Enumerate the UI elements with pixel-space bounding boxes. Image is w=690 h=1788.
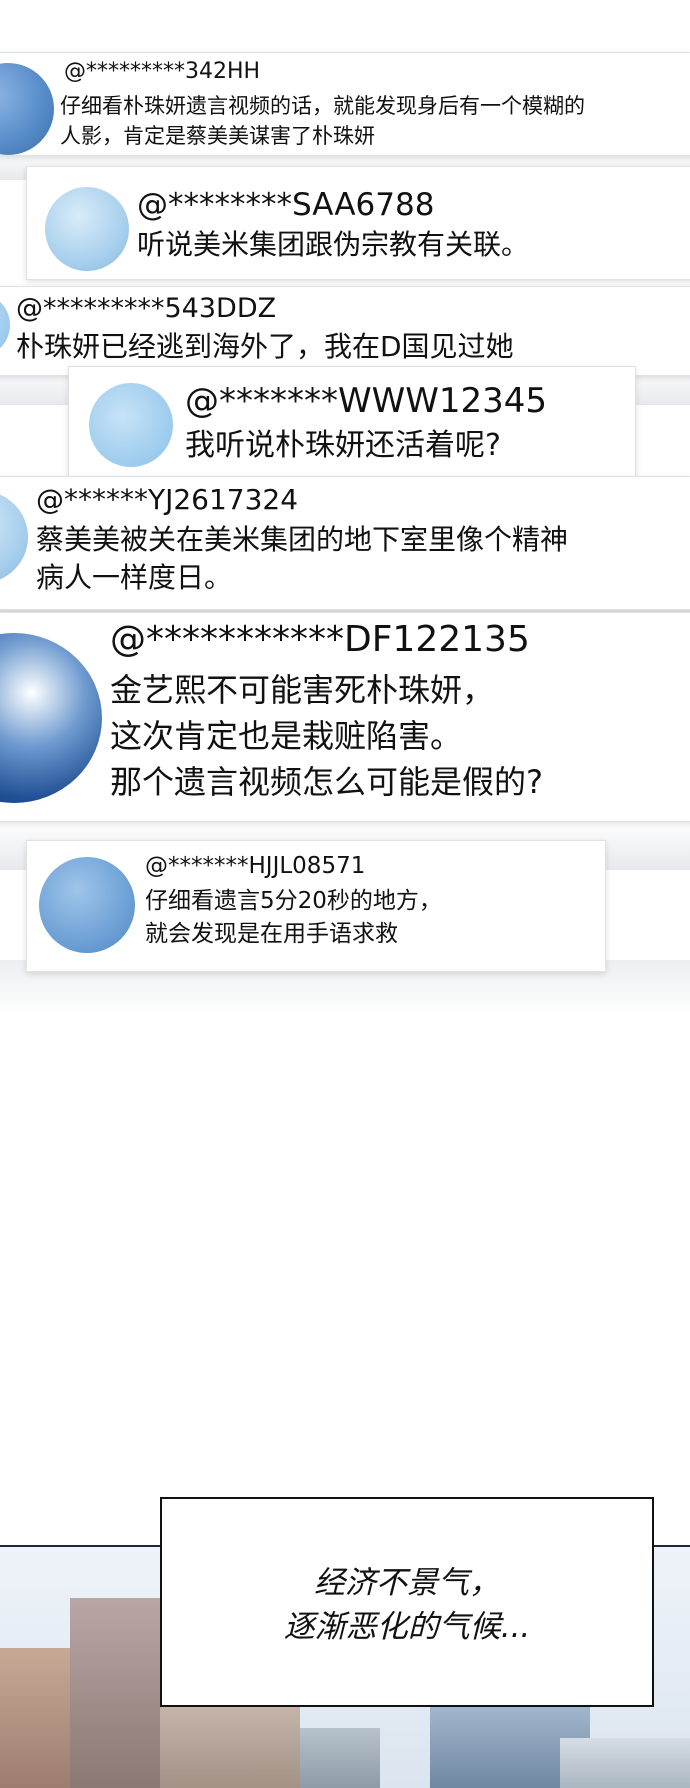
comment-text: 仔细看遗言5分20秒的地方， 就会发现是在用手语求救	[145, 885, 595, 951]
comment-handle: @********SAA6788	[137, 187, 435, 223]
comment-handle: @*******HJJL08571	[145, 853, 366, 879]
caption-line: 经济不景气，	[314, 1565, 500, 1601]
comment-text: 我听说朴珠妍还活着呢?	[185, 427, 625, 465]
comment-card: @***********DF122135 金艺熙不可能害死朴珠妍， 这次肯定也是…	[0, 612, 690, 822]
comment-line: 蔡美美被关在美米集团的地下室里像个精神	[36, 523, 569, 556]
comic-panel: @*********342HH 仔细看朴珠妍遗言视频的话，就能发现身后有一个模糊…	[0, 0, 690, 1788]
comment-text: 金艺熙不可能害死朴珠妍， 这次肯定也是栽赃陷害。 那个遗言视频怎么可能是假的?	[110, 667, 690, 805]
comment-text: 仔细看朴珠妍遗言视频的话，就能发现身后有一个模糊的 人影，肯定是蔡美美谋害了朴珠…	[60, 91, 690, 151]
caption-line: 逐渐恶化的气候...	[283, 1609, 531, 1645]
comment-card: @********SAA6788 听说美米集团跟伪宗教有关联。	[26, 166, 690, 280]
comment-line: 这次肯定也是栽赃陷害。	[110, 717, 463, 755]
comment-line: 就会发现是在用手语求救	[145, 921, 398, 947]
comment-line: 朴珠妍已经逃到海外了，我在D国见过她	[16, 330, 514, 363]
comment-handle: @*********543DDZ	[16, 293, 277, 324]
avatar	[0, 293, 10, 357]
comment-text: 朴珠妍已经逃到海外了，我在D国见过她	[16, 329, 690, 365]
comment-card: @*******HJJL08571 仔细看遗言5分20秒的地方， 就会发现是在用…	[26, 840, 606, 972]
comment-line: 人影，肯定是蔡美美谋害了朴珠妍	[60, 124, 375, 148]
comment-line: 我听说朴珠妍还活着呢?	[185, 428, 501, 463]
comment-text: 听说美米集团跟伪宗教有关联。	[137, 227, 690, 263]
comment-text: 蔡美美被关在美米集团的地下室里像个精神 病人一样度日。	[36, 521, 690, 597]
avatar	[39, 857, 135, 953]
comment-card: @*********543DDZ 朴珠妍已经逃到海外了，我在D国见过她	[0, 286, 690, 376]
avatar	[45, 187, 129, 271]
comment-line: 病人一样度日。	[36, 561, 233, 594]
avatar	[0, 63, 54, 155]
comment-card: @******YJ2617324 蔡美美被关在美米集团的地下室里像个精神 病人一…	[0, 476, 690, 610]
comment-line: 听说美米集团跟伪宗教有关联。	[137, 228, 530, 261]
comment-handle: @******YJ2617324	[36, 483, 299, 516]
comment-handle: @*********342HH	[64, 59, 261, 84]
avatar	[89, 383, 173, 467]
narration-box: 经济不景气， 逐渐恶化的气候...	[160, 1497, 654, 1707]
avatar	[0, 633, 102, 803]
building	[300, 1728, 380, 1788]
comment-line: 那个遗言视频怎么可能是假的?	[110, 763, 543, 801]
comment-card: @*******WWW12345 我听说朴珠妍还活着呢?	[68, 366, 636, 480]
comment-line: 仔细看遗言5分20秒的地方，	[145, 888, 442, 914]
comment-card: @*********342HH 仔细看朴珠妍遗言视频的话，就能发现身后有一个模糊…	[0, 52, 690, 156]
avatar	[0, 491, 28, 583]
comment-line: 仔细看朴珠妍遗言视频的话，就能发现身后有一个模糊的	[60, 94, 585, 118]
building	[560, 1738, 690, 1788]
comment-handle: @***********DF122135	[110, 619, 530, 660]
comment-handle: @*******WWW12345	[185, 381, 548, 421]
comment-line: 金艺熙不可能害死朴珠妍，	[110, 671, 495, 709]
